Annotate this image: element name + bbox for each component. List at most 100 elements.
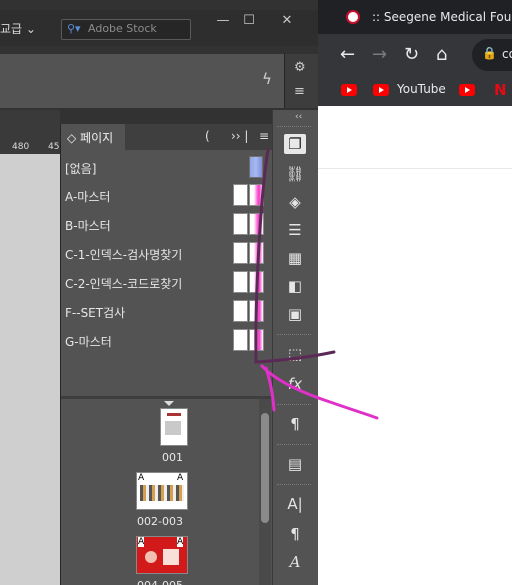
panel-menu-icon[interactable]: ≡ [259,129,269,143]
master-letter: A [177,537,184,547]
character-styles-icon[interactable]: A| [284,494,306,514]
menu-icon[interactable]: ≡ [294,84,305,99]
ruler-label: 480 [12,142,30,152]
browser-tab-title: :: Seegene Medical Found [372,10,512,24]
browser-tab-bar: :: Seegene Medical Found [318,0,512,34]
home-icon[interactable]: ⌂ [436,44,447,65]
dock-grip[interactable] [277,404,311,408]
dock-grip[interactable] [277,444,311,448]
reload-icon[interactable]: ↻ [404,44,419,65]
master-thumbnail [233,300,265,322]
browser-tab[interactable]: :: Seegene Medical Found [336,6,512,34]
gradient-icon[interactable]: ◧ [284,276,306,296]
effects-icon[interactable]: fx [284,374,306,394]
netflix-icon[interactable]: N [494,81,507,99]
dock-grip[interactable] [277,484,311,488]
swatches-icon[interactable]: ▦ [284,248,306,268]
master-letter: A [138,537,145,547]
master-label: C-2-인덱스-코드로찾기 [65,277,183,291]
collapse-chevron-icon: ◇ [67,131,81,145]
lock-icon: 🔒 [482,46,497,60]
address-bar[interactable]: 🔒 co [472,39,512,71]
master-thumbnail [233,271,265,293]
control-bar [0,54,284,108]
dock-grip[interactable] [277,126,311,130]
site-favicon-icon [346,10,360,24]
panel-tab-strip: ( ›› | ≡ [125,124,273,150]
master-thumbnail [249,156,263,178]
master-thumbnail [233,242,265,264]
stock-search-placeholder: Adobe Stock [88,22,157,35]
master-label: F--SET검사 [65,306,126,320]
address-bar-url: co [502,47,512,61]
master-item-a[interactable]: A-마스터 [65,182,265,210]
scrollbar-thumb[interactable] [261,413,269,523]
paragraph-icon[interactable]: ¶ [284,524,306,544]
browser-toolbar: ← → ↻ ⌂ 🔒 co [318,34,512,76]
master-item-b[interactable]: B-마스터 [65,211,265,239]
master-item-c1[interactable]: C-1-인덱스-검사명찾기 [65,240,265,268]
links-icon[interactable]: ⛓ [284,164,306,184]
gear-icon[interactable]: ⚙ [294,60,306,75]
table-icon[interactable]: ▤ [284,454,306,474]
start-page-marker-icon [164,401,174,406]
page-divider [318,168,512,169]
tab-scroll-icon[interactable]: ( [205,129,210,143]
master-letter: A [138,473,145,483]
control-bar-options: ⚙ ≡ [284,54,318,108]
workspace-menu[interactable]: 교급 ⌄ [0,20,36,37]
dock-grip[interactable] [277,334,311,338]
indesign-window: 교급 ⌄ ⚲▾ Adobe Stock — ☐ ✕ ϟ ⚙ ≡ 480 45 ◇… [0,0,318,585]
lightning-icon[interactable]: ϟ [262,70,272,88]
page-label-001: 001 [162,451,183,464]
maximize-button[interactable]: ☐ [238,12,260,30]
master-item-f[interactable]: F--SET검사 [65,298,265,326]
panel-dock: ‹‹ ❐ ⛓ ◈ ☰ ▦ ◧ ▣ ⬚ fx ¶ ▤ A| ¶ A [272,110,318,585]
pages-scrollbar[interactable] [259,399,271,585]
master-thumbnail [233,329,265,351]
glyphs-icon[interactable]: A [284,552,306,572]
expand-panel-icon[interactable]: ›› | [231,129,248,143]
ruler: 480 45 [0,110,60,154]
master-thumbnail [233,184,265,206]
adobe-stock-search[interactable]: ⚲▾ Adobe Stock [61,19,191,40]
master-label: G-마스터 [65,335,112,349]
page-label-002-003: 002-003 [137,515,183,528]
transform-icon[interactable]: ⬚ [284,344,306,364]
collapse-dock-icon[interactable]: ‹‹ [295,112,302,122]
master-label: C-1-인덱스-검사명찾기 [65,248,183,262]
youtube-icon[interactable] [373,84,389,96]
tab-pages[interactable]: ◇ 페이지 [61,124,126,150]
pages-panel: ◇ 페이지 ( ›› | ≡ [없음] A-마스터 B-마스터 C-1-인덱스-… [60,124,273,585]
document-canvas[interactable] [0,154,60,585]
page-thumbnail-001[interactable] [160,408,188,446]
master-letter: A [177,473,184,483]
stroke-icon[interactable]: ☰ [284,220,306,240]
page-thumbnail-002-003[interactable]: A A [136,472,188,510]
master-item-g[interactable]: G-마스터 [65,327,265,355]
back-icon[interactable]: ← [340,44,355,65]
forward-icon[interactable]: → [372,44,387,65]
master-item-c2[interactable]: C-2-인덱스-코드로찾기 [65,269,265,297]
search-icon: ⚲▾ [67,22,81,35]
pages-panel-icon[interactable]: ❐ [284,134,306,154]
master-label: A-마스터 [65,190,111,204]
youtube-icon[interactable] [459,84,475,96]
master-label: B-마스터 [65,219,111,233]
page-label-004-005: 004-005 [137,579,183,585]
browser-window: :: Seegene Medical Found ← → ↻ ⌂ 🔒 co Yo… [318,0,512,585]
page-thumbnail-004-005[interactable]: A A [136,536,188,574]
tab-pages-label: 페이지 [80,131,114,145]
close-button[interactable]: ✕ [276,12,298,30]
layers-icon[interactable]: ◈ [284,192,306,212]
text-wrap-icon[interactable]: ¶ [284,414,306,434]
youtube-icon[interactable] [341,84,357,96]
document-pages-area: 001 A A 002-003 A A 004-005 [61,399,259,585]
master-thumbnail [233,213,265,235]
master-item-none[interactable]: [없음] [65,154,265,182]
bookmark-youtube[interactable]: YouTube [397,82,446,96]
cc-libraries-icon[interactable]: ▣ [284,304,306,324]
bookmarks-bar: YouTube N [318,76,512,106]
minimize-button[interactable]: — [212,12,234,30]
ruler-label: 45 [48,142,60,152]
